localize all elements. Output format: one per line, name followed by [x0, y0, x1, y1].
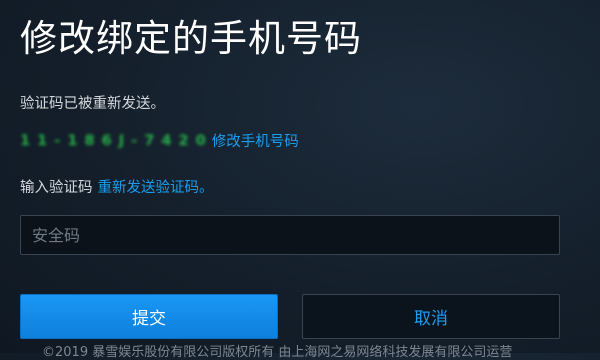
copyright-footer: ©2019 暴雪娱乐股份有限公司版权所有 由上海网之易网络科技发展有限公司运营 — [42, 345, 513, 360]
code-label: 输入验证码 — [20, 180, 93, 196]
resent-message: 验证码已被重新发送。 — [20, 96, 165, 112]
security-code-field-wrapper — [20, 215, 560, 255]
page-title: 修改绑定的手机号码 — [20, 17, 362, 60]
phone-row: 1 1 - 1 8 6 J - 7 4 2 0 修改手机号码 — [20, 130, 299, 151]
change-phone-link[interactable]: 修改手机号码 — [212, 130, 299, 151]
masked-phone-number: 1 1 - 1 8 6 J - 7 4 2 0 — [20, 132, 207, 149]
code-row: 输入验证码 重新发送验证码。 — [20, 176, 214, 197]
resend-code-link[interactable]: 重新发送验证码。 — [98, 180, 214, 196]
security-code-input[interactable] — [21, 216, 559, 254]
cancel-button[interactable]: 取消 — [302, 294, 560, 339]
submit-button[interactable]: 提交 — [20, 294, 278, 339]
